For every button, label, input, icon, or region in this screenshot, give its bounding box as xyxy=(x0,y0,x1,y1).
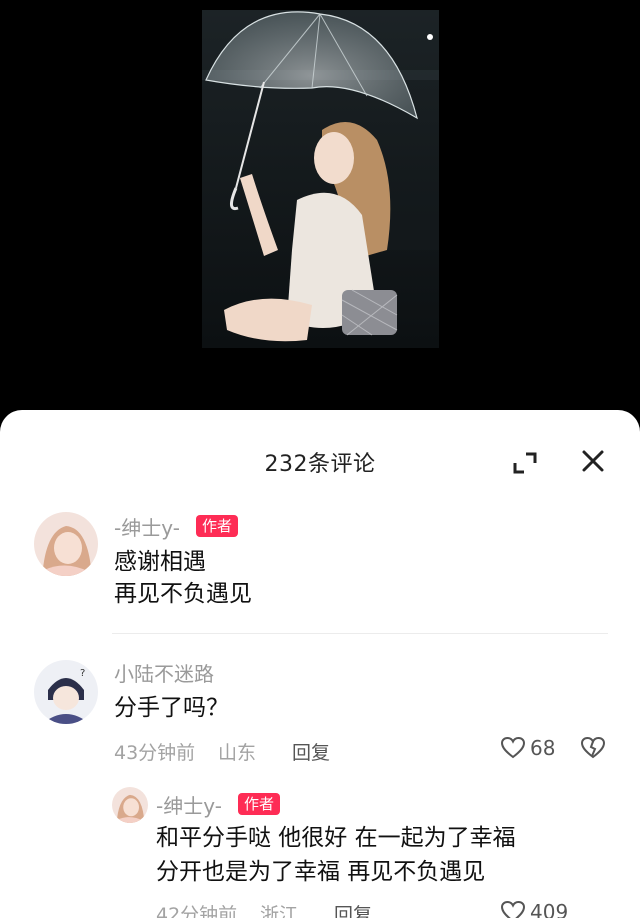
comment-text-line: 感谢相遇 xyxy=(114,549,206,575)
heart-icon xyxy=(500,900,526,918)
comment-location: 浙江 xyxy=(260,904,299,918)
post-photo xyxy=(202,10,439,348)
like-button[interactable]: 68 xyxy=(500,736,555,760)
video-area[interactable] xyxy=(0,0,640,410)
comment-text-line: 和平分手哒 他很好 在一起为了幸福 xyxy=(156,825,516,851)
like-button[interactable]: 409 xyxy=(500,900,568,918)
comment-text-line: 再见不负遇见 xyxy=(114,581,252,607)
reply-button[interactable]: 回复 xyxy=(292,738,330,765)
comment-time: 43分钟前 xyxy=(114,742,196,764)
sheet-header: 232条评论 xyxy=(0,410,640,510)
dislike-icon[interactable] xyxy=(580,736,606,764)
close-icon[interactable] xyxy=(580,448,606,474)
username[interactable]: -绅士y- xyxy=(114,512,180,541)
avatar[interactable] xyxy=(112,787,148,823)
username[interactable]: 小陆不迷路 xyxy=(114,658,214,687)
author-badge: 作者 xyxy=(196,515,239,537)
username[interactable]: -绅士y- xyxy=(156,790,222,819)
divider xyxy=(112,633,608,634)
expand-icon[interactable] xyxy=(512,450,538,476)
comment-text-line: 分开也是为了幸福 再见不负遇见 xyxy=(156,859,486,885)
author-badge: 作者 xyxy=(238,793,281,815)
like-count: 68 xyxy=(530,736,556,760)
avatar[interactable] xyxy=(34,512,98,576)
reply-button[interactable]: 回复 xyxy=(334,900,372,918)
avatar[interactable]: ? xyxy=(34,660,98,724)
svg-text:?: ? xyxy=(80,668,85,679)
comment-location: 山东 xyxy=(218,742,257,764)
comment-text-line: 分手了吗？ xyxy=(114,695,229,721)
comments-sheet: 232条评论 -绅士y- 作者 感谢相遇 再见不负遇见 ? 小陆不迷路 分手了吗… xyxy=(0,410,640,918)
comment-time: 42分钟前 xyxy=(156,904,238,918)
comment-count: 232条评论 xyxy=(264,452,376,477)
heart-icon xyxy=(500,736,526,759)
like-count: 409 xyxy=(530,900,569,918)
